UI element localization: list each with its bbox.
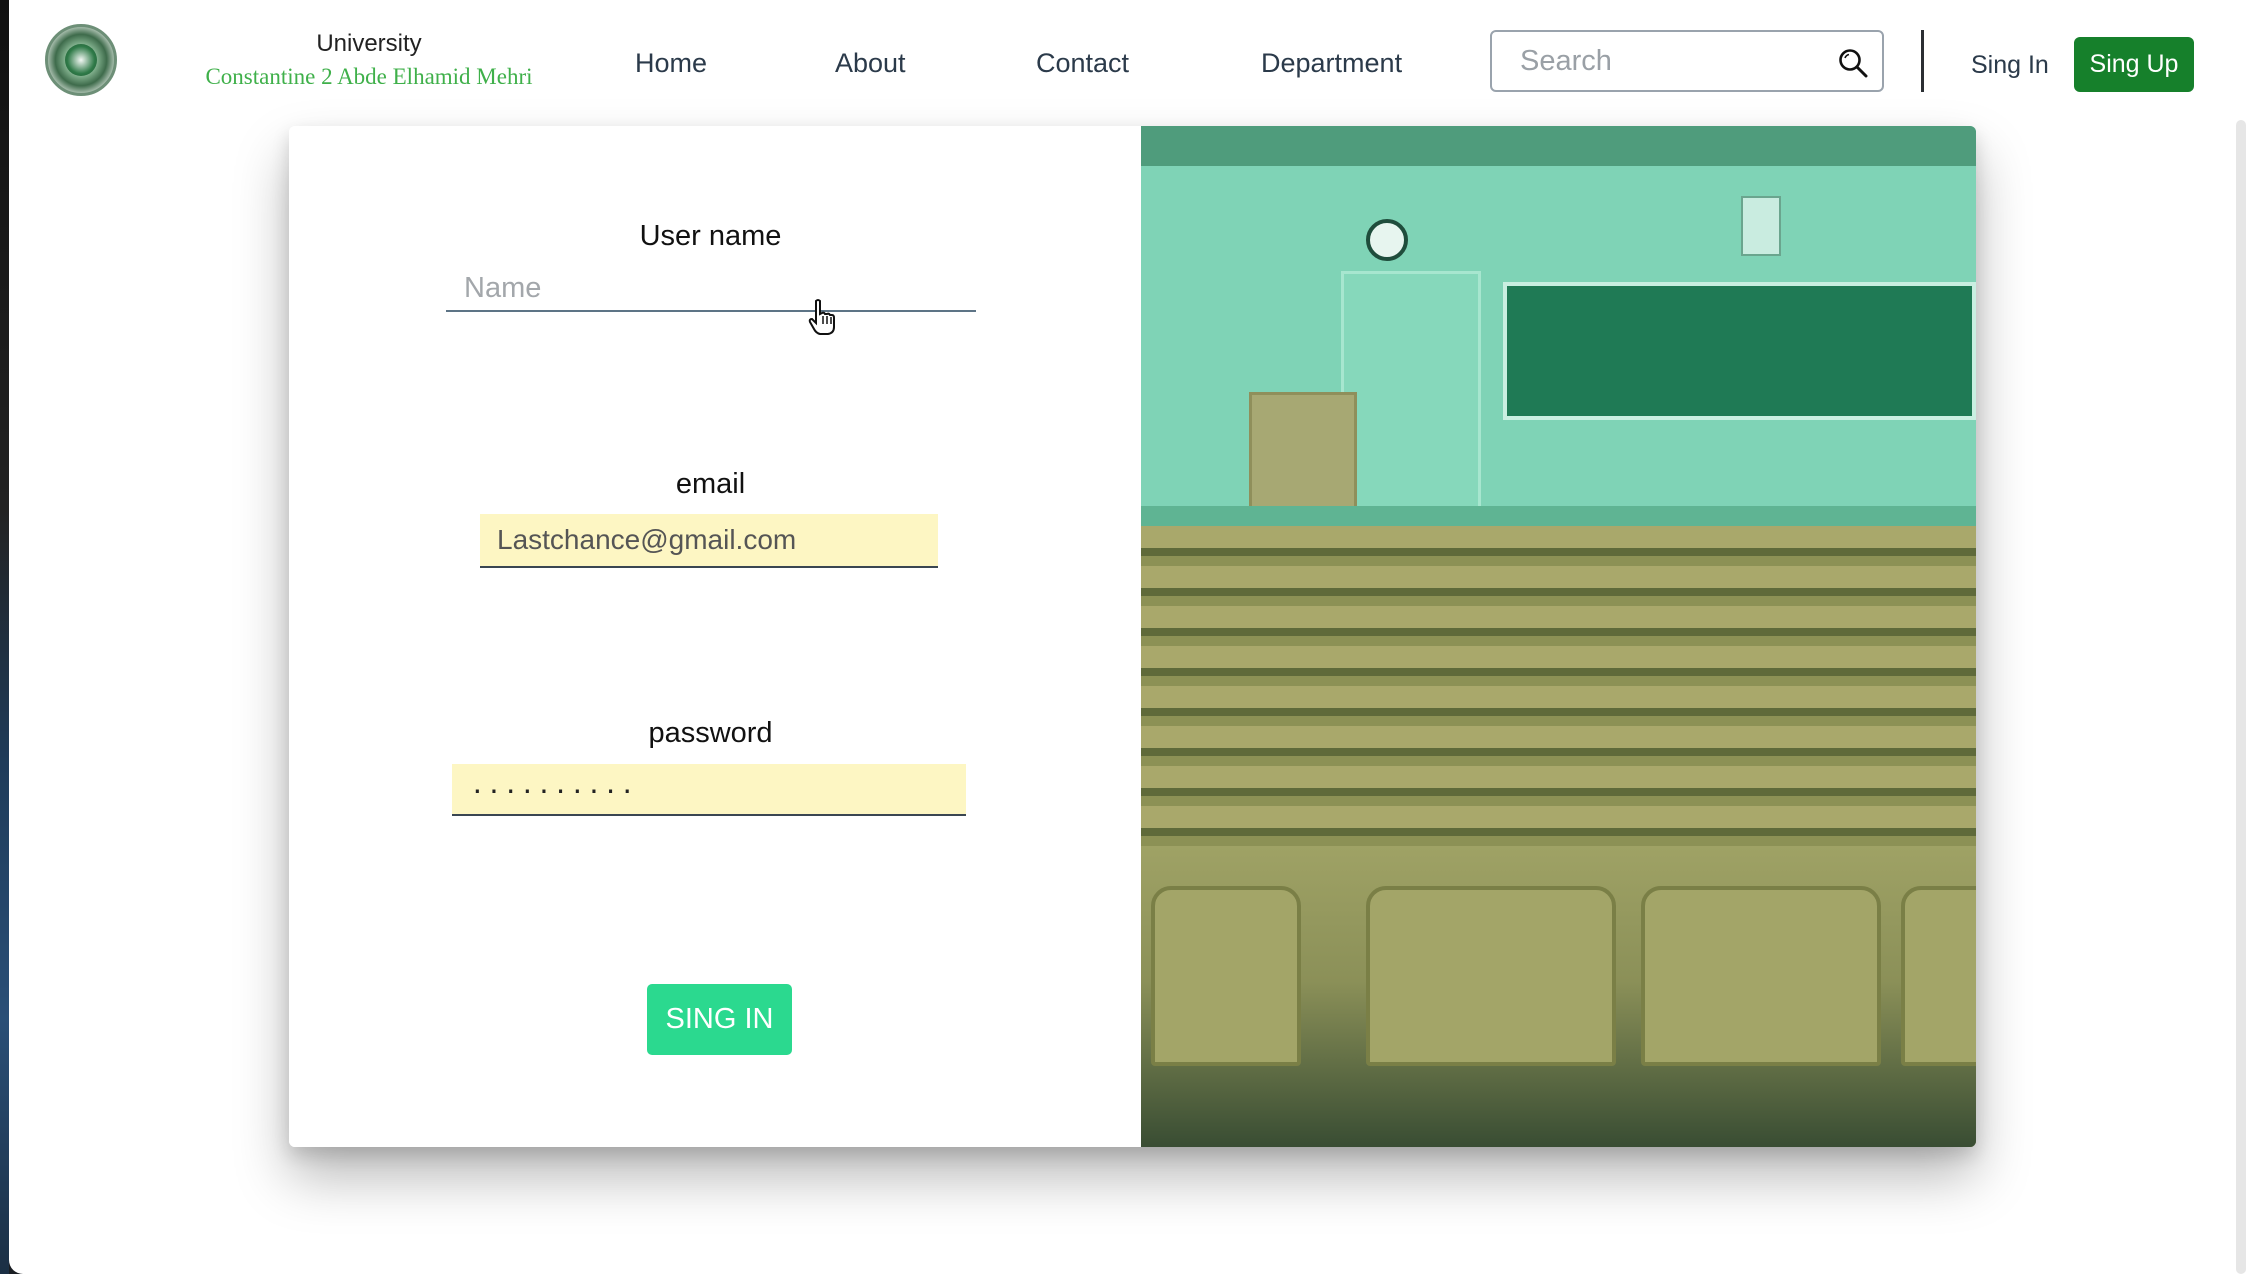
email-input[interactable] [480, 514, 938, 568]
nav-divider [1921, 30, 1924, 92]
navbar: University Constantine 2 Abde Elhamid Me… [9, 0, 2250, 124]
image-chair [1641, 886, 1881, 1066]
image-chair [1151, 886, 1301, 1066]
lecture-hall-image [1141, 126, 1976, 1147]
image-blackboard [1503, 282, 1976, 420]
nav-contact-link[interactable]: Contact [1036, 48, 1129, 79]
password-label: password [648, 717, 773, 749]
nav-home-link[interactable]: Home [635, 48, 707, 79]
speaker-icon [1741, 196, 1781, 256]
brand-subtitle: Constantine 2 Abde Elhamid Mehri [205, 64, 533, 89]
signin-submit-button[interactable]: SING IN [647, 984, 792, 1055]
image-floor [1141, 506, 1976, 526]
university-logo[interactable] [45, 24, 117, 96]
clock-icon [1366, 219, 1408, 261]
search-box [1490, 30, 1884, 92]
image-ceiling [1141, 126, 1976, 166]
brand-title: University [316, 30, 422, 57]
password-input[interactable] [452, 764, 966, 816]
browser-page: University Constantine 2 Abde Elhamid Me… [9, 0, 2250, 1274]
signin-link[interactable]: Sing In [1971, 51, 2049, 80]
image-door [1341, 271, 1481, 511]
username-input[interactable] [446, 266, 976, 312]
signup-button[interactable]: Sing Up [2074, 37, 2194, 92]
hand-pointer-icon [808, 299, 835, 335]
email-label: email [675, 468, 746, 500]
login-form: User name email password SING IN [289, 126, 1132, 1147]
scrollbar[interactable] [2236, 120, 2246, 1274]
image-podium [1249, 392, 1357, 512]
search-input[interactable] [1492, 32, 1822, 90]
search-icon[interactable] [1838, 48, 1868, 78]
image-chair [1901, 886, 1976, 1066]
username-label: User name [639, 220, 782, 252]
desktop-edge [0, 0, 9, 1274]
nav-about-link[interactable]: About [835, 48, 906, 79]
image-chair [1366, 886, 1616, 1066]
nav-department-link[interactable]: Department [1261, 48, 1402, 79]
login-card: User name email password SING IN [289, 126, 1976, 1147]
